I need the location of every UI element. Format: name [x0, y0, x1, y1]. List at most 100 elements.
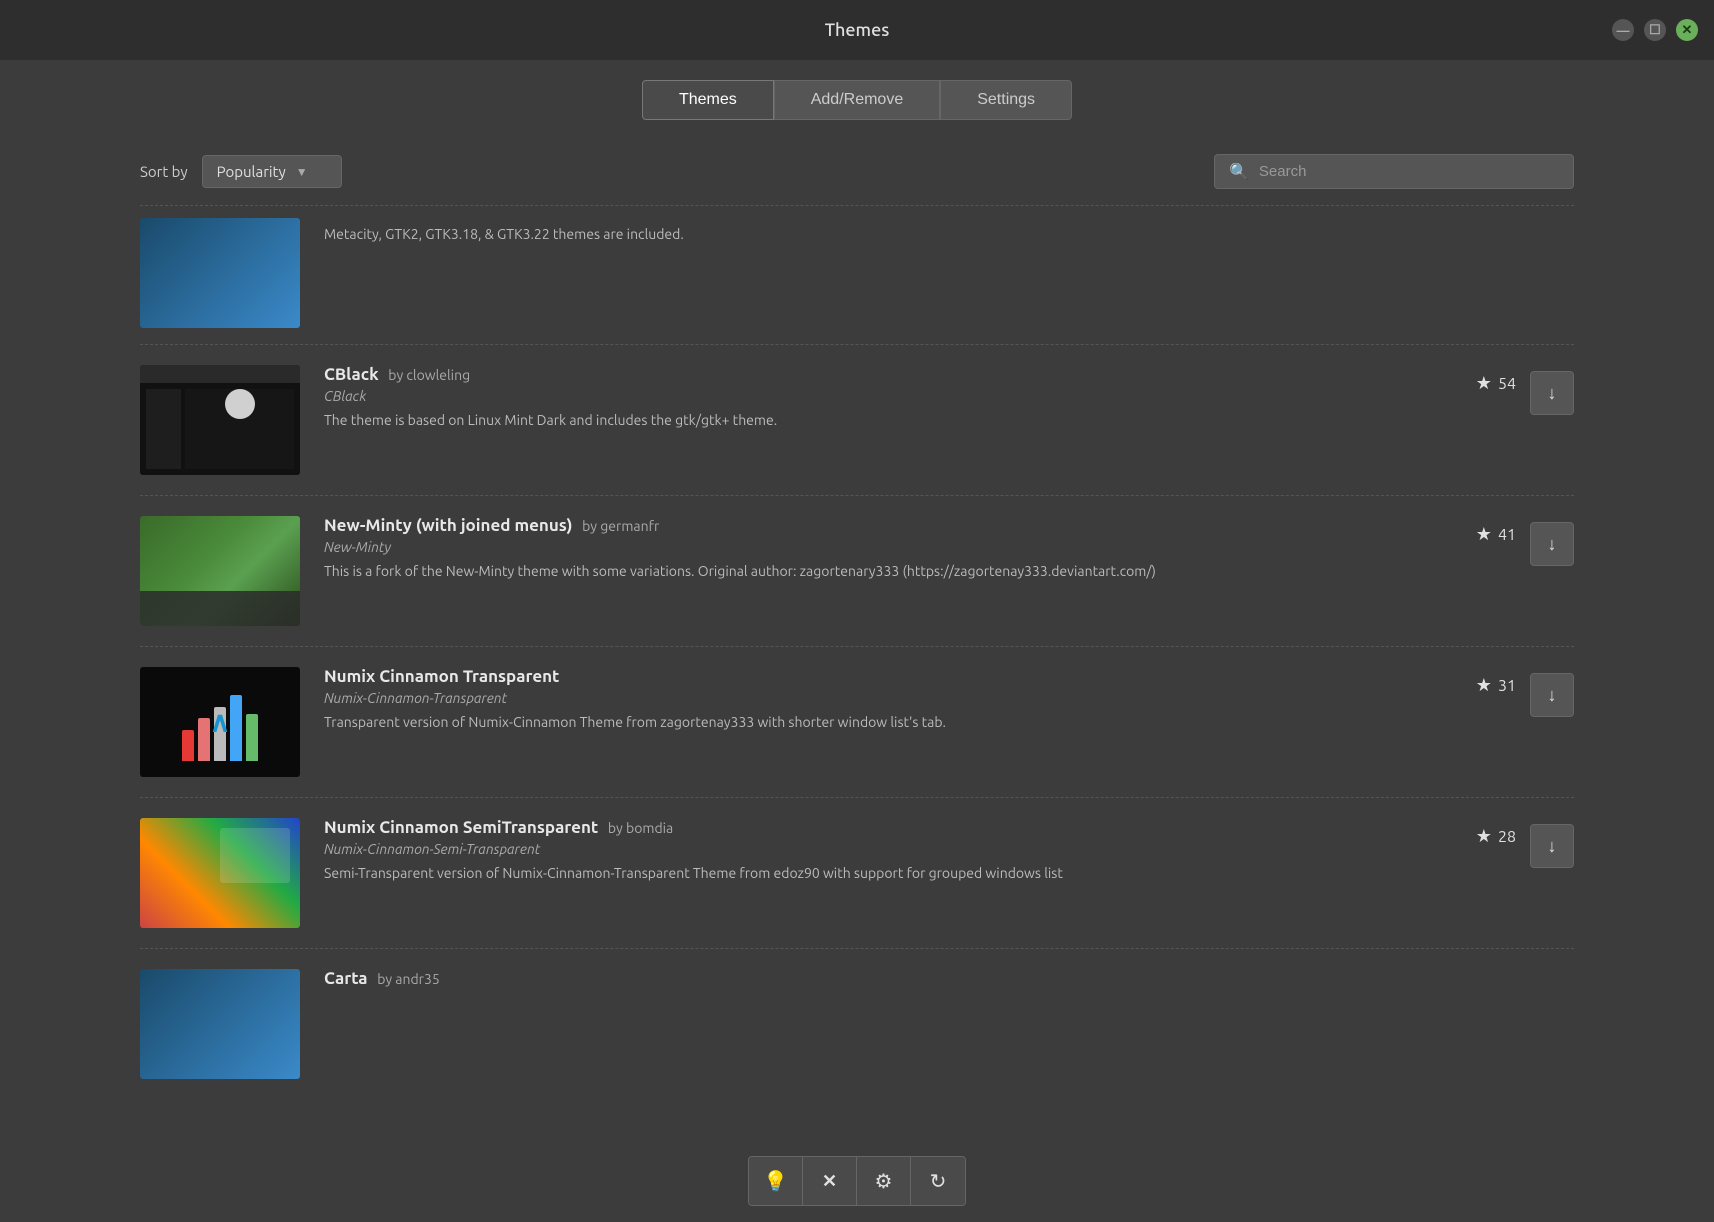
theme-author: by germanfr	[582, 518, 659, 534]
theme-thumbnail	[140, 969, 300, 1079]
refresh-button[interactable]: ↻	[911, 1157, 965, 1205]
remove-button[interactable]: ✕	[803, 1157, 857, 1205]
theme-title-line: Numix Cinnamon SemiTransparent by bomdia	[324, 818, 1422, 837]
rating-count: 54	[1498, 375, 1516, 393]
theme-thumbnail	[140, 218, 300, 328]
theme-name: CBlack	[324, 365, 379, 384]
tab-bar: Themes Add/Remove Settings	[0, 60, 1714, 138]
star-icon: ★	[1476, 675, 1492, 696]
theme-thumbnail	[140, 365, 300, 475]
maximize-button[interactable]: ☐	[1644, 19, 1666, 41]
star-icon: ★	[1476, 373, 1492, 394]
download-icon: ↓	[1548, 383, 1557, 404]
theme-name: New-Minty (with joined menus)	[324, 516, 572, 535]
bottom-toolbar: 💡 ✕ ⚙ ↻	[0, 1140, 1714, 1222]
star-icon: ★	[1476, 524, 1492, 545]
tab-group: Themes Add/Remove Settings	[642, 80, 1072, 120]
gear-icon: ⚙	[875, 1169, 893, 1194]
theme-subtitle: New-Minty	[324, 539, 1422, 555]
info-icon: 💡	[763, 1169, 788, 1194]
theme-info: CBlack by clowleling CBlack The theme is…	[324, 365, 1422, 431]
search-input[interactable]	[1259, 163, 1559, 180]
list-item: CBlack by clowleling CBlack The theme is…	[140, 345, 1574, 496]
thumb-visual	[140, 969, 300, 1079]
arch-logo: ∧	[210, 706, 231, 739]
theme-actions: ★ 41 ↓	[1446, 516, 1574, 566]
theme-actions: ★ 54 ↓	[1446, 365, 1574, 415]
window-controls: — ☐ ✕	[1612, 19, 1698, 41]
list-item: ∧ Numix Cinnamon Transparent Numix-Cinna…	[140, 647, 1574, 798]
download-button[interactable]: ↓	[1530, 824, 1574, 868]
tab-add-remove[interactable]: Add/Remove	[774, 80, 941, 120]
toolbar: Sort by Popularity ▼ 🔍	[0, 138, 1714, 205]
download-icon: ↓	[1548, 836, 1557, 857]
remove-icon: ✕	[822, 1171, 837, 1192]
theme-author: by bomdia	[608, 820, 673, 836]
tab-themes[interactable]: Themes	[642, 80, 774, 120]
theme-title-line: CBlack by clowleling	[324, 365, 1422, 384]
sort-section: Sort by Popularity ▼	[140, 155, 342, 188]
theme-list: Metacity, GTK2, GTK3.18, & GTK3.22 theme…	[140, 205, 1574, 1087]
thumb-visual: ∧	[140, 667, 300, 777]
theme-rating: ★ 28	[1446, 818, 1516, 847]
content-area: Metacity, GTK2, GTK3.18, & GTK3.22 theme…	[140, 205, 1574, 1140]
theme-rating: ★ 54	[1446, 365, 1516, 394]
theme-subtitle: CBlack	[324, 388, 1422, 404]
theme-description: Transparent version of Numix-Cinnamon Th…	[324, 712, 1422, 733]
theme-actions: ★ 31 ↓	[1446, 667, 1574, 717]
settings-button[interactable]: ⚙	[857, 1157, 911, 1205]
chevron-down-icon: ▼	[296, 165, 308, 179]
theme-info: Metacity, GTK2, GTK3.18, & GTK3.22 theme…	[324, 218, 1574, 242]
sort-dropdown[interactable]: Popularity ▼	[202, 155, 342, 188]
list-item: Metacity, GTK2, GTK3.18, & GTK3.22 theme…	[140, 205, 1574, 345]
rating-count: 41	[1498, 526, 1516, 544]
thumb-visual	[140, 818, 300, 928]
list-item: Numix Cinnamon SemiTransparent by bomdia…	[140, 798, 1574, 949]
window-title: Themes	[825, 20, 890, 40]
theme-name: Numix Cinnamon SemiTransparent	[324, 818, 598, 837]
search-icon: 🔍	[1229, 162, 1249, 181]
search-box: 🔍	[1214, 154, 1574, 189]
thumb-visual	[140, 516, 300, 626]
theme-thumbnail	[140, 818, 300, 928]
theme-subtitle: Numix-Cinnamon-Transparent	[324, 690, 1422, 706]
tab-settings[interactable]: Settings	[940, 80, 1072, 120]
thumb-visual	[140, 218, 300, 328]
titlebar: Themes — ☐ ✕	[0, 0, 1714, 60]
thumb-visual	[140, 365, 300, 475]
theme-thumbnail	[140, 516, 300, 626]
theme-description: This is a fork of the New-Minty theme wi…	[324, 561, 1422, 582]
theme-author: by clowleling	[388, 367, 470, 383]
sort-label: Sort by	[140, 163, 188, 180]
theme-info: New-Minty (with joined menus) by germanf…	[324, 516, 1422, 582]
theme-description: The theme is based on Linux Mint Dark an…	[324, 410, 1422, 431]
download-icon: ↓	[1548, 534, 1557, 555]
star-icon: ★	[1476, 826, 1492, 847]
theme-info: Carta by andr35	[324, 969, 1574, 988]
theme-subtitle: Numix-Cinnamon-Semi-Transparent	[324, 841, 1422, 857]
theme-title-line: Carta by andr35	[324, 969, 1574, 988]
refresh-icon: ↻	[930, 1169, 947, 1194]
sort-value: Popularity	[217, 163, 286, 180]
theme-rating: ★ 41	[1446, 516, 1516, 545]
theme-name: Carta	[324, 969, 368, 988]
list-item: Carta by andr35	[140, 949, 1574, 1087]
bottom-btn-group: 💡 ✕ ⚙ ↻	[748, 1156, 966, 1206]
minimize-button[interactable]: —	[1612, 19, 1634, 41]
info-button[interactable]: 💡	[749, 1157, 803, 1205]
download-button[interactable]: ↓	[1530, 371, 1574, 415]
download-button[interactable]: ↓	[1530, 673, 1574, 717]
theme-author: by andr35	[377, 971, 440, 987]
download-icon: ↓	[1548, 685, 1557, 706]
rating-count: 28	[1498, 828, 1516, 846]
theme-description: Semi-Transparent version of Numix-Cinnam…	[324, 863, 1422, 884]
download-button[interactable]: ↓	[1530, 522, 1574, 566]
close-button[interactable]: ✕	[1676, 19, 1698, 41]
theme-rating: ★ 31	[1446, 667, 1516, 696]
partial-description: Metacity, GTK2, GTK3.18, & GTK3.22 theme…	[324, 218, 1574, 242]
rating-count: 31	[1498, 677, 1516, 695]
theme-title-line: New-Minty (with joined menus) by germanf…	[324, 516, 1422, 535]
theme-info: Numix Cinnamon Transparent Numix-Cinnamo…	[324, 667, 1422, 733]
theme-title-line: Numix Cinnamon Transparent	[324, 667, 1422, 686]
list-item: New-Minty (with joined menus) by germanf…	[140, 496, 1574, 647]
